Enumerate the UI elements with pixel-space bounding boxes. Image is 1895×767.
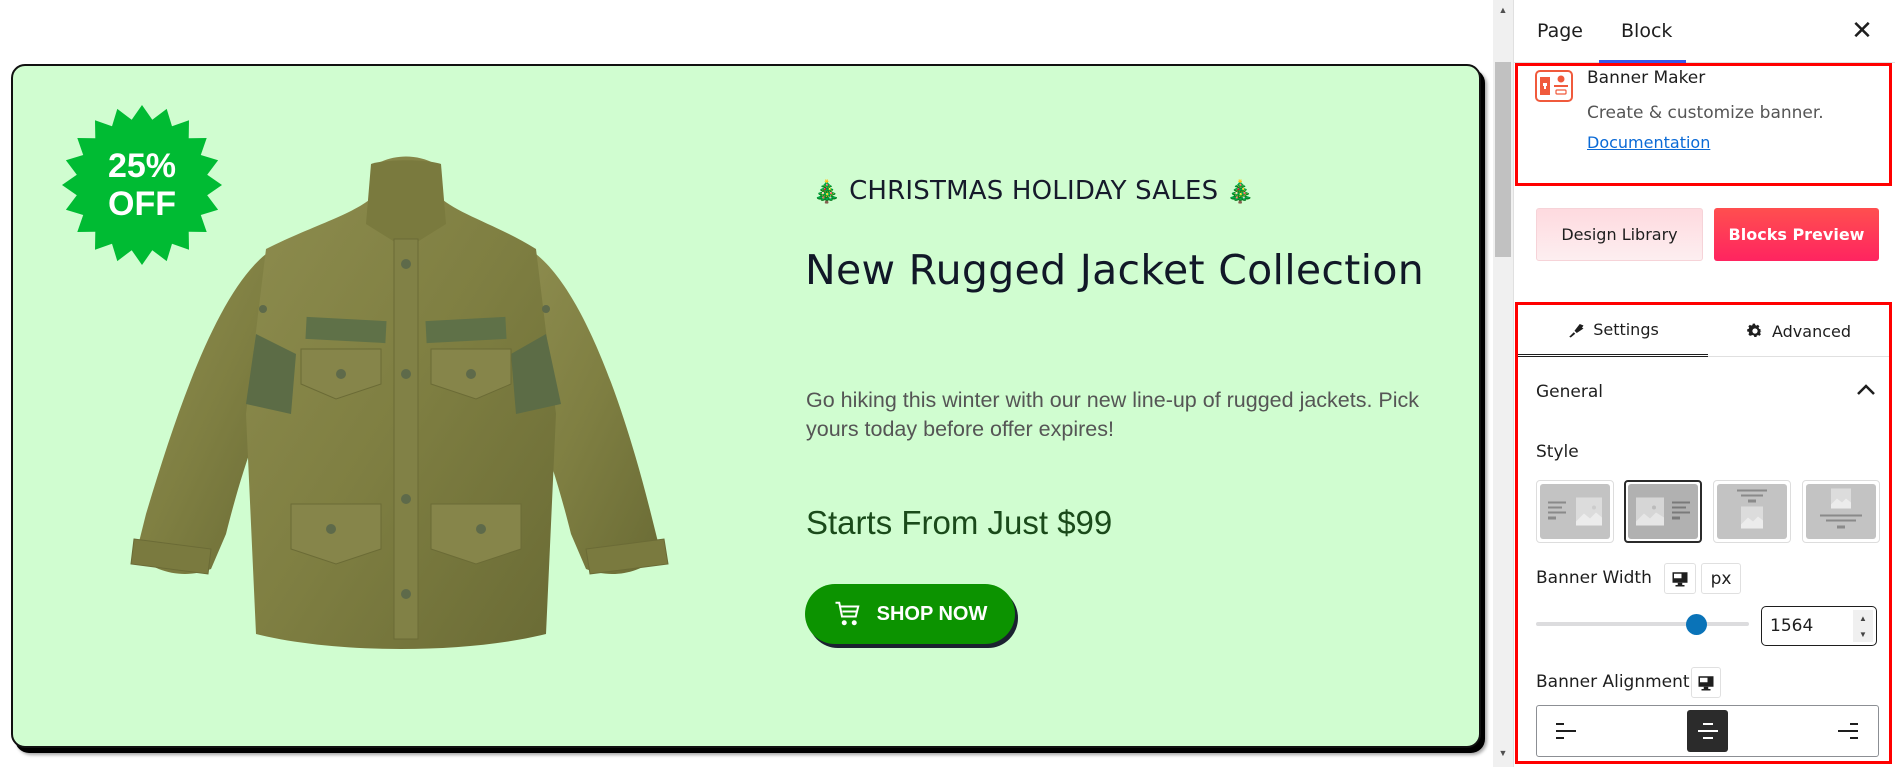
banner-description: Go hiking this winter with our new line-… <box>806 388 1420 441</box>
scroll-down-arrow-icon[interactable]: ▼ <box>1493 743 1513 763</box>
close-icon: ✕ <box>1851 14 1873 45</box>
scroll-up-arrow-icon[interactable]: ▲ <box>1493 0 1513 20</box>
editor-canvas: 25% OFF 🎄 CHRISTMAS HOLIDAY SALES 🎄 New … <box>0 0 1493 767</box>
blocks-preview-button[interactable]: Blocks Preview <box>1714 208 1879 261</box>
design-library-button[interactable]: Design Library <box>1536 208 1703 261</box>
banner-title: New Rugged Jacket Collection <box>805 246 1424 294</box>
highlight-box-settings <box>1515 302 1892 764</box>
tab-block[interactable]: Block <box>1621 20 1672 42</box>
jacket-image <box>116 154 686 674</box>
banner-block[interactable]: 25% OFF 🎄 CHRISTMAS HOLIDAY SALES 🎄 New … <box>11 64 1481 748</box>
shop-now-button[interactable]: SHOP NOW <box>805 584 1015 644</box>
banner-price: Starts From Just $99 <box>806 504 1113 541</box>
scroll-thumb[interactable] <box>1495 62 1511 257</box>
highlight-box-block-info <box>1515 63 1892 186</box>
settings-sidebar: Page Block ✕ Banner Maker Create & custo… <box>1513 0 1895 767</box>
christmas-tree-icon: 🎄 <box>813 180 841 205</box>
close-sidebar-button[interactable]: ✕ <box>1846 14 1878 46</box>
sidebar-tabs: Page Block ✕ <box>1514 0 1895 63</box>
cart-icon <box>835 601 860 626</box>
tab-page[interactable]: Page <box>1537 20 1583 42</box>
christmas-tree-icon: 🎄 <box>1226 180 1255 205</box>
banner-eyebrow: 🎄 CHRISTMAS HOLIDAY SALES 🎄 <box>813 176 1254 206</box>
shop-now-label: SHOP NOW <box>876 602 988 625</box>
canvas-scrollbar[interactable]: ▲ ▼ <box>1493 0 1513 767</box>
banner-content: 🎄 CHRISTMAS HOLIDAY SALES 🎄 New Rugged J… <box>793 66 1473 746</box>
eyebrow-text: CHRISTMAS HOLIDAY SALES <box>849 176 1219 206</box>
